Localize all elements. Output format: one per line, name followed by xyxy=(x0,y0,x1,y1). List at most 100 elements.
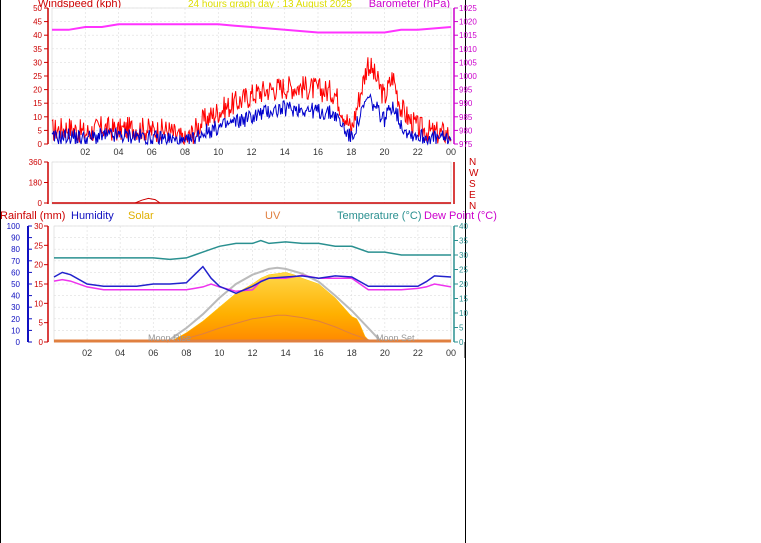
humidity-tick-label: 60 xyxy=(11,268,20,277)
humidity-tick-label: 100 xyxy=(7,222,21,231)
direction-letter: N xyxy=(469,157,476,168)
wind-x-tick: 00 xyxy=(446,147,456,157)
barometer-tick-label: 990 xyxy=(459,99,473,108)
humidity-tick-label: 70 xyxy=(11,257,20,266)
rainfall-tick-label: 30 xyxy=(34,222,43,231)
humidity-tick-label: 50 xyxy=(11,280,20,289)
wind-tick-labels: 0 5 10 15 20 25 30 35 40 45 50 xyxy=(33,4,48,149)
humidity-tick-label: 80 xyxy=(11,245,20,254)
rainfall-tick-label: 0 xyxy=(39,338,44,347)
wind-tick-label: 10 xyxy=(33,113,42,122)
wind-tick-label: 0 xyxy=(38,140,43,149)
temperature-label: Temperature (°C) xyxy=(337,210,421,222)
weather-graph-stage: Windspeed (kph) 24 hours graph day : 13 … xyxy=(0,0,497,358)
moon-rise-label: Moon Rise xyxy=(148,333,191,343)
wind-tick-label: 35 xyxy=(33,45,42,54)
barometer-tick-label: 975 xyxy=(459,140,473,149)
barometer-tick-label: 995 xyxy=(459,86,473,95)
wind-x-tick: 02 xyxy=(80,147,90,157)
thermo-x-tick: 14 xyxy=(281,348,291,358)
thermo-x-tick: 18 xyxy=(347,348,357,358)
wind-x-tick-labels: 02 04 06 08 10 12 14 16 18 20 22 00 xyxy=(80,147,456,157)
direction-letter: W xyxy=(469,168,479,179)
wind-tick-label: 20 xyxy=(33,86,42,95)
wind-x-tick: 22 xyxy=(413,147,423,157)
wind-tick-label: 50 xyxy=(33,4,42,13)
temperature-tick-label: 30 xyxy=(459,251,468,260)
barometer-tick-label: 1015 xyxy=(459,31,477,40)
barometer-tick-label: 1025 xyxy=(459,4,477,13)
thermo-x-tick: 12 xyxy=(247,348,257,358)
thermo-x-tick: 10 xyxy=(214,348,224,358)
thermo-x-tick: 00 xyxy=(446,348,456,358)
wind-panel: 05101520253035404550 9759809859909951000… xyxy=(33,4,477,157)
wind-tick-label: 30 xyxy=(33,58,42,67)
temperature-tick-label: 15 xyxy=(459,295,468,304)
humidity-tick-label: 10 xyxy=(11,326,20,335)
direction-tick-label: 0 xyxy=(38,199,43,208)
moon-set-label: Moon Set xyxy=(376,333,415,343)
dewpoint-label: Dew Point (°C) xyxy=(424,210,497,222)
temperature-tick-label: 0 xyxy=(459,338,464,347)
wind-tick-label: 45 xyxy=(33,18,42,27)
rainfall-label: Rainfall (mm) xyxy=(0,210,65,222)
wind-x-tick: 06 xyxy=(147,147,157,157)
wind-x-tick: 12 xyxy=(246,147,256,157)
barometer-tick-label: 1020 xyxy=(459,18,477,27)
thermo-panel: 0 10 20 30 40 50 60 70 80 90 100 0 5 10 15 20 25 30 0 5 10… xyxy=(7,222,469,358)
temperature-tick-label: 35 xyxy=(459,237,468,246)
direction-panel: 0180360 NWSEN xyxy=(29,157,479,212)
humidity-tick-label: 30 xyxy=(11,303,20,312)
direction-tick-labels: 0 180 360 xyxy=(29,158,48,208)
barometer-tick-label: 1005 xyxy=(459,58,477,67)
wind-tick-label: 5 xyxy=(38,126,43,135)
wind-x-tick: 08 xyxy=(180,147,190,157)
rainfall-tick-label: 20 xyxy=(34,261,43,270)
temperature-tick-label: 25 xyxy=(459,266,468,275)
wind-x-tick: 10 xyxy=(213,147,223,157)
barometer-tick-labels: 975 980 985 990 995 1000 1005 1010 1015 1020 1025 xyxy=(454,4,477,149)
direction-tick-label: 360 xyxy=(29,158,43,167)
rainfall-tick-label: 5 xyxy=(39,319,44,328)
solar-label: Solar xyxy=(128,210,154,222)
rainfall-tick-label: 15 xyxy=(34,280,43,289)
wind-x-tick: 16 xyxy=(313,147,323,157)
wind-tick-label: 15 xyxy=(33,99,42,108)
wind-x-tick: 20 xyxy=(379,147,389,157)
thermo-x-tick: 20 xyxy=(380,348,390,358)
temperature-tick-label: 10 xyxy=(459,309,468,318)
rainfall-tick-label: 10 xyxy=(34,299,43,308)
wind-x-tick: 04 xyxy=(113,147,123,157)
temperature-tick-labels: 0 5 10 15 20 25 30 35 40 xyxy=(454,222,468,347)
humidity-label: Humidity xyxy=(71,210,114,222)
direction-letter: S xyxy=(469,179,476,190)
temperature-tick-label: 20 xyxy=(459,280,468,289)
barometer-tick-label: 1010 xyxy=(459,45,477,54)
wind-x-tick: 18 xyxy=(346,147,356,157)
temperature-tick-label: 5 xyxy=(459,324,464,333)
barometer-tick-label: 1000 xyxy=(459,72,477,81)
thermo-x-tick-labels: 02 04 06 08 10 12 14 16 18 20 22 00 xyxy=(82,348,456,358)
thermo-x-tick: 04 xyxy=(115,348,125,358)
direction-letter: E xyxy=(469,190,476,201)
thermo-x-tick: 16 xyxy=(314,348,324,358)
wind-x-tick: 14 xyxy=(280,147,290,157)
rainfall-tick-labels: 0 5 10 15 20 25 30 xyxy=(34,222,48,347)
barometer-tick-label: 980 xyxy=(459,126,473,135)
humidity-tick-label: 0 xyxy=(16,338,21,347)
humidity-tick-label: 90 xyxy=(11,234,20,243)
uv-label: UV xyxy=(265,210,281,222)
thermo-x-tick: 22 xyxy=(413,348,423,358)
direction-compass-labels: NWSEN xyxy=(469,157,479,212)
humidity-tick-label: 40 xyxy=(11,292,20,301)
thermo-x-tick: 02 xyxy=(82,348,92,358)
thermo-x-tick: 06 xyxy=(148,348,158,358)
humidity-tick-label: 20 xyxy=(11,315,20,324)
wind-tick-label: 25 xyxy=(33,72,42,81)
thermo-x-tick: 08 xyxy=(181,348,191,358)
direction-tick-label: 180 xyxy=(29,179,43,188)
wind-tick-label: 40 xyxy=(33,31,42,40)
barometer-tick-label: 985 xyxy=(459,113,473,122)
rainfall-tick-label: 25 xyxy=(34,241,43,250)
temperature-tick-label: 40 xyxy=(459,222,468,231)
